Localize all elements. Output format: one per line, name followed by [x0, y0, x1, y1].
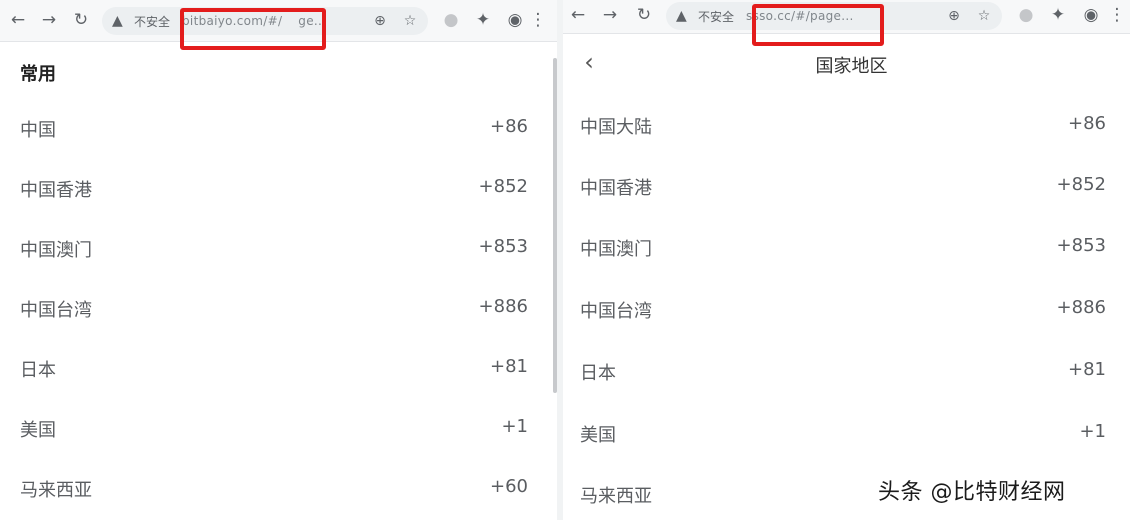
- country-name: 中国澳门: [580, 239, 652, 260]
- profile-icon[interactable]: ◉: [1080, 4, 1102, 26]
- list-item[interactable]: 中国澳门 +853: [0, 226, 557, 270]
- country-name: 中国香港: [20, 180, 92, 201]
- warning-icon: ▲: [112, 13, 123, 29]
- profile-icon[interactable]: ◉: [504, 9, 526, 31]
- puzzle-icon[interactable]: ✦: [472, 9, 494, 31]
- country-name: 日本: [580, 363, 616, 384]
- menu-icon[interactable]: ⋮: [1109, 4, 1126, 26]
- menu-icon[interactable]: ⋮: [530, 9, 547, 31]
- extension-icon[interactable]: ●: [440, 9, 462, 31]
- country-name: 中国香港: [580, 178, 652, 199]
- left-browser-window: ← → ↻ ▲ 不安全 bitbaiyo.com/#/ ge... ⊕ ☆ ● …: [0, 0, 557, 520]
- list-item[interactable]: 中国香港 +852: [0, 166, 557, 210]
- url-highlight-box: [752, 4, 884, 46]
- list-item[interactable]: 美国 +1: [0, 406, 557, 450]
- watermark-text: 头条 @比特财经网: [878, 480, 1066, 505]
- puzzle-icon[interactable]: ✦: [1047, 4, 1069, 26]
- zoom-icon[interactable]: ⊕: [944, 6, 964, 26]
- reload-icon[interactable]: ↻: [70, 9, 92, 31]
- country-code: +852: [478, 176, 528, 197]
- zoom-icon[interactable]: ⊕: [370, 11, 390, 31]
- forward-arrow-icon[interactable]: →: [38, 9, 60, 31]
- country-code: +1: [1079, 421, 1106, 442]
- country-name: 马来西亚: [580, 486, 652, 507]
- back-arrow-icon[interactable]: ←: [7, 9, 29, 31]
- country-name: 马来西亚: [20, 480, 92, 501]
- forward-arrow-icon[interactable]: →: [599, 4, 621, 26]
- country-code: +81: [1068, 359, 1106, 380]
- back-arrow-icon[interactable]: ←: [567, 4, 589, 26]
- country-code: +853: [478, 236, 528, 257]
- star-icon[interactable]: ☆: [400, 11, 420, 31]
- extension-icon[interactable]: ●: [1015, 4, 1037, 26]
- list-item[interactable]: 中国澳门 +853: [563, 225, 1130, 269]
- url-highlight-box: [180, 8, 326, 50]
- reload-icon[interactable]: ↻: [633, 4, 655, 26]
- country-code: +86: [1068, 113, 1106, 134]
- list-item[interactable]: 中国 +86: [0, 106, 557, 150]
- list-item[interactable]: 中国台湾 +886: [563, 287, 1130, 331]
- insecure-label: 不安全: [134, 14, 171, 29]
- country-code: +60: [490, 476, 528, 497]
- country-code: +886: [478, 296, 528, 317]
- star-icon[interactable]: ☆: [974, 6, 994, 26]
- page-title: 国家地区: [815, 56, 888, 77]
- list-item[interactable]: 日本 +81: [563, 349, 1130, 393]
- country-code: +1: [501, 416, 528, 437]
- country-code: +86: [490, 116, 528, 137]
- country-code: +886: [1056, 297, 1106, 318]
- country-name: 中国大陆: [580, 117, 652, 138]
- list-item[interactable]: 马来西亚 +60: [0, 466, 557, 510]
- warning-icon: ▲: [676, 8, 687, 24]
- country-name: 中国: [20, 120, 56, 141]
- list-item[interactable]: 中国大陆 +86: [563, 103, 1130, 147]
- country-name: 中国台湾: [580, 301, 652, 322]
- country-code: +81: [490, 356, 528, 377]
- country-name: 美国: [20, 420, 56, 441]
- country-code: +853: [1056, 235, 1106, 256]
- country-name: 美国: [580, 425, 616, 446]
- list-item[interactable]: 中国香港 +852: [563, 164, 1130, 208]
- country-name: 中国澳门: [20, 240, 92, 261]
- country-name: 中国台湾: [20, 300, 92, 321]
- country-code: +852: [1056, 174, 1106, 195]
- list-item[interactable]: 中国台湾 +886: [0, 286, 557, 330]
- list-item[interactable]: 日本 +81: [0, 346, 557, 390]
- right-browser-window: ← → ↻ ▲ 不安全 ssso.cc/#/page... ⊕ ☆ ● ✦ ◉ …: [563, 0, 1130, 520]
- country-name: 日本: [20, 360, 56, 381]
- insecure-label: 不安全: [698, 9, 735, 24]
- section-title: 常用: [20, 64, 56, 85]
- back-chevron-icon[interactable]: ‹: [578, 48, 600, 76]
- list-item[interactable]: 美国 +1: [563, 411, 1130, 455]
